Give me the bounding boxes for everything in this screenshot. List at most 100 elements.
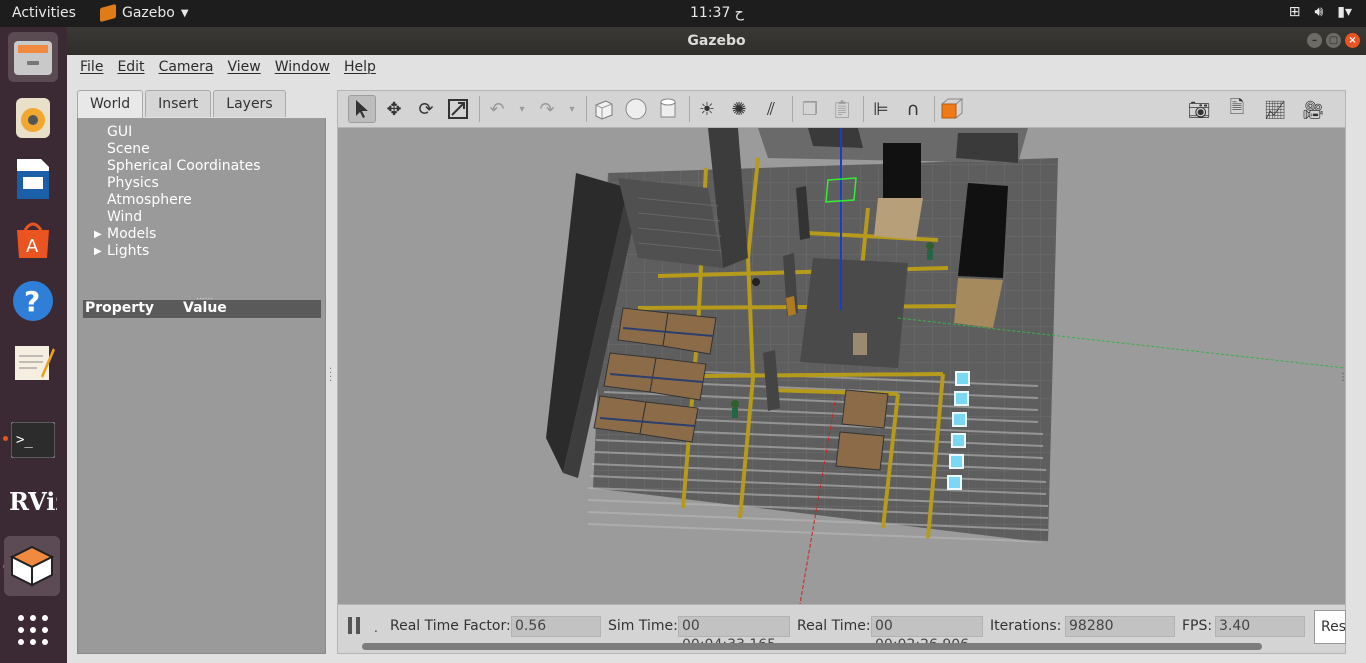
app-menu[interactable]: Gazebo ▼ — [100, 3, 189, 23]
tree-item-spherical-coordinates[interactable]: Spherical Coordinates — [78, 158, 327, 175]
menu-view[interactable]: View — [223, 55, 266, 81]
black-block — [883, 143, 921, 198]
align-icon[interactable]: ⊫ — [867, 95, 895, 123]
fps-label: FPS: — [1182, 618, 1213, 634]
tree-item-label: Lights — [107, 243, 150, 259]
panel-resize-handle[interactable]: .... — [329, 362, 332, 384]
property-column-header: Property — [85, 300, 155, 316]
undo-icon[interactable]: ↶ — [483, 95, 511, 123]
translate-mode-icon[interactable]: ✥ — [380, 95, 408, 123]
tab-world[interactable]: World — [77, 90, 144, 119]
text-editor-icon[interactable] — [8, 337, 58, 387]
clock[interactable]: 11:37 ح — [690, 5, 744, 21]
minimize-button[interactable]: – — [1307, 33, 1322, 48]
volume-icon[interactable]: 🔊︎ — [1314, 4, 1323, 20]
menu-edit[interactable]: Edit — [112, 55, 149, 81]
3d-viewport[interactable]: ⋮ — [337, 128, 1346, 604]
tree-item-gui[interactable]: GUI — [78, 124, 327, 141]
real-time-value: 00 00:02:26.906 — [871, 616, 983, 653]
value-column-header: Value — [183, 300, 227, 316]
window-title: Gazebo — [687, 33, 746, 49]
tree-item-wind[interactable]: Wind — [78, 209, 327, 226]
terminal-icon[interactable]: >_ — [8, 415, 58, 465]
sim-time-value: 00 00:04:33.165 — [678, 616, 790, 653]
reset-time-button[interactable]: Res — [1314, 610, 1346, 644]
pause-icon[interactable] — [348, 617, 364, 635]
network-icon[interactable]: ⊞ — [1289, 4, 1301, 20]
fps-value: 3.40 — [1215, 616, 1305, 637]
real-time-factor-label: Real Time Factor: — [390, 618, 511, 634]
copy-icon[interactable]: ❐ — [796, 95, 824, 123]
screenshot-icon[interactable]: 📷︎ — [1185, 96, 1213, 124]
maximize-button[interactable]: ▢ — [1326, 33, 1341, 48]
real-time-factor-value: 0.56 — [511, 616, 601, 637]
rviz-icon[interactable]: RViz — [8, 476, 58, 526]
status-bar: . Real Time Factor: 0.56 Sim Time: 00 00… — [337, 604, 1346, 654]
writer-icon[interactable] — [8, 154, 58, 204]
tab-layers[interactable]: Layers — [213, 90, 286, 117]
close-button[interactable]: × — [1345, 33, 1360, 48]
spot-light-icon[interactable]: ✺ — [725, 95, 753, 123]
files-icon[interactable] — [8, 32, 58, 82]
plot-icon[interactable]: 📈︎ — [1261, 96, 1289, 124]
real-time-label: Real Time: — [797, 618, 871, 634]
svg-text:?: ? — [24, 285, 40, 318]
svg-text:⋮: ⋮ — [1338, 372, 1345, 383]
dock: A ? >_ RViz — [0, 27, 67, 663]
tree-item-lights[interactable]: ▶ Lights — [78, 243, 327, 260]
sphere-shape-icon[interactable] — [622, 95, 650, 123]
redo-dropdown-icon[interactable]: ▾ — [565, 95, 579, 123]
tree-item-models[interactable]: ▶ Models — [78, 226, 327, 243]
redo-icon[interactable]: ↷ — [533, 95, 561, 123]
tree-item-label: Physics — [107, 175, 159, 191]
horizontal-scrollbar[interactable] — [362, 643, 1262, 650]
tab-insert[interactable]: Insert — [145, 90, 212, 117]
show-apps-icon[interactable] — [8, 605, 58, 655]
cylinder-shape-icon[interactable] — [654, 95, 682, 123]
activities-button[interactable]: Activities — [12, 5, 76, 21]
tree-item-label: Wind — [107, 209, 143, 225]
log-icon[interactable]: 🗎 — [1223, 96, 1251, 124]
world-tree-panel: GUI Scene Spherical Coordinates Physics … — [77, 118, 326, 654]
select-mode-icon[interactable] — [348, 95, 376, 123]
left-panel: World Insert Layers GUI Scene Spherical … — [77, 90, 327, 654]
scale-mode-icon[interactable] — [444, 95, 472, 123]
window-title-bar[interactable]: Gazebo – ▢ × — [67, 27, 1366, 55]
gazebo-icon — [100, 3, 116, 23]
video-record-icon[interactable]: 🎥︎ — [1299, 96, 1327, 124]
software-center-icon[interactable]: A — [8, 215, 58, 265]
undo-dropdown-icon[interactable]: ▾ — [515, 95, 529, 123]
tree-item-physics[interactable]: Physics — [78, 175, 327, 192]
gazebo-window: File Edit Camera View Window Help World … — [67, 55, 1366, 663]
menu-help[interactable]: Help — [339, 55, 381, 81]
rotate-mode-icon[interactable]: ⟳ — [412, 95, 440, 123]
rhythmbox-icon[interactable] — [8, 93, 58, 143]
scene-toolbar: ✥ ⟳ ↶ ▾ ↷ ▾ ☀ ✺ ⫽ ❐ 📋︎ ⊫ ∩ 📷︎ 🗎 📈︎ 🎥︎ — [337, 90, 1346, 128]
paste-icon[interactable]: 📋︎ — [828, 95, 856, 123]
battery-icon[interactable]: ▮▾ — [1337, 4, 1352, 20]
menu-file[interactable]: File — [75, 55, 108, 81]
iterations-value: 98280 — [1065, 616, 1175, 637]
expand-arrow-icon[interactable]: ▶ — [94, 243, 102, 260]
help-icon[interactable]: ? — [8, 276, 58, 326]
tree-item-label: Scene — [107, 141, 150, 157]
tree-item-atmosphere[interactable]: Atmosphere — [78, 192, 327, 209]
svg-text:>_: >_ — [16, 432, 33, 448]
box-shape-icon[interactable] — [590, 95, 618, 123]
step-button[interactable]: . — [374, 621, 378, 635]
menu-bar: File Edit Camera View Window Help — [67, 55, 1366, 81]
panel-tabs: World Insert Layers — [77, 90, 288, 119]
snap-icon[interactable]: ∩ — [899, 95, 927, 123]
view-angle-icon[interactable] — [938, 95, 966, 123]
point-light-icon[interactable]: ☀ — [693, 95, 721, 123]
tree-item-label: Models — [107, 226, 157, 242]
directional-light-icon[interactable]: ⫽ — [757, 95, 785, 123]
expand-arrow-icon[interactable]: ▶ — [94, 226, 102, 243]
system-tray[interactable]: ⊞ 🔊︎ ▮▾ — [1289, 4, 1352, 20]
tree-item-label: GUI — [107, 124, 133, 140]
svg-text:RViz: RViz — [9, 487, 57, 516]
menu-camera[interactable]: Camera — [154, 55, 219, 81]
menu-window[interactable]: Window — [270, 55, 335, 81]
gazebo-dock-icon[interactable] — [4, 536, 60, 596]
tree-item-scene[interactable]: Scene — [78, 141, 327, 158]
